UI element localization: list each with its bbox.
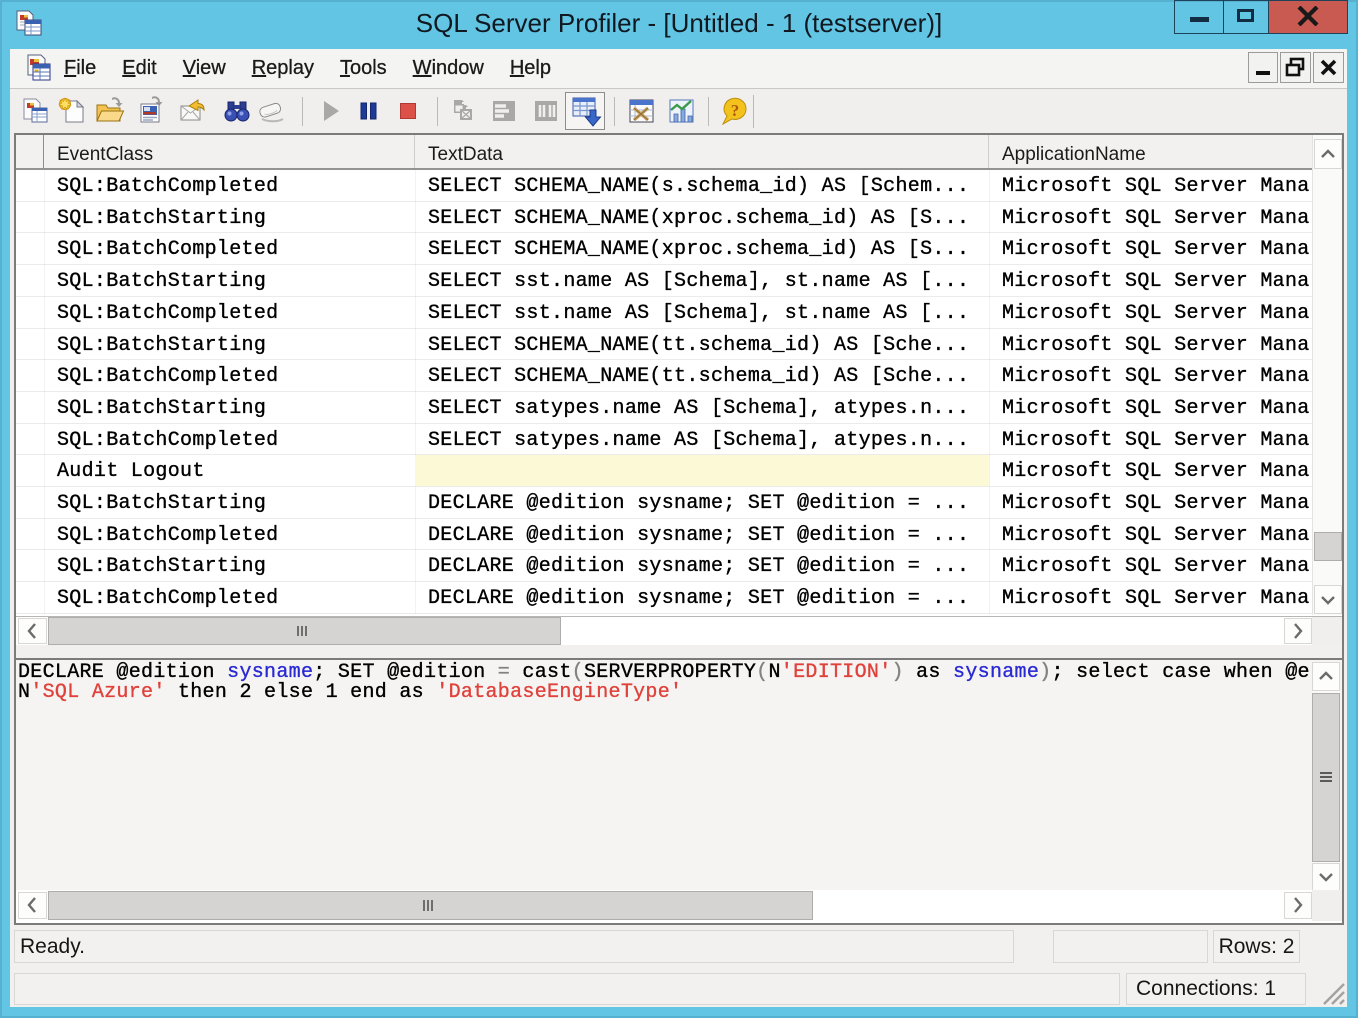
svg-text:?: ? [731,101,740,120]
